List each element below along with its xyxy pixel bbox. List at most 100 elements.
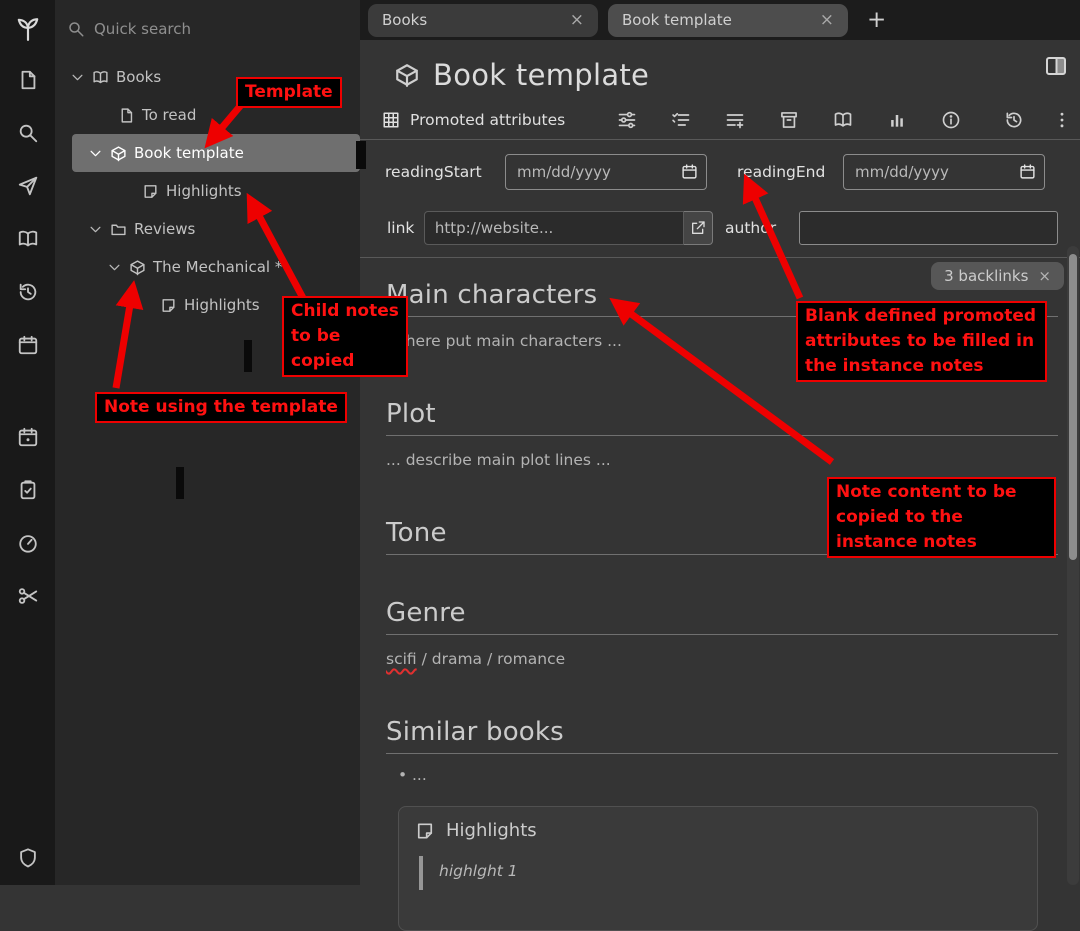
calendar-icon[interactable] — [681, 163, 698, 180]
sprout-logo-icon[interactable] — [15, 16, 41, 42]
tree-item-to-read[interactable]: To read — [55, 96, 360, 134]
archive-icon[interactable] — [779, 110, 799, 130]
grid-icon — [382, 111, 400, 129]
external-link-icon — [690, 220, 706, 236]
section-heading[interactable]: Plot — [386, 399, 1058, 429]
chevron-down-icon[interactable] — [88, 222, 103, 237]
chevron-down-icon[interactable] — [107, 260, 122, 275]
tasks-icon[interactable] — [17, 479, 39, 501]
send-icon[interactable] — [17, 175, 39, 197]
open-link-button[interactable] — [684, 211, 713, 245]
split-pane-icon[interactable] — [1044, 54, 1068, 78]
ribbon-tab-promoted-attributes[interactable]: Promoted attributes — [382, 111, 565, 129]
section-tone: Tone — [386, 518, 1058, 555]
calendar-icon[interactable] — [17, 334, 39, 356]
section-heading[interactable]: Similar books — [386, 717, 1058, 747]
list-check-icon[interactable] — [671, 110, 691, 130]
tree-item-highlights-2[interactable]: Highlights — [55, 286, 360, 324]
note-icon[interactable] — [17, 69, 39, 91]
dashboard-icon[interactable] — [17, 532, 39, 554]
info-icon[interactable] — [941, 110, 961, 130]
tree-item-book-template[interactable]: Book template — [72, 134, 360, 172]
heading-divider — [386, 435, 1058, 436]
shield-icon[interactable] — [17, 847, 39, 869]
package-icon — [110, 145, 127, 162]
ribbon-icons — [617, 110, 1066, 130]
bar-chart-icon[interactable] — [887, 110, 907, 130]
heading-divider — [386, 753, 1058, 754]
heading-divider — [386, 634, 1058, 635]
section-heading[interactable]: Tone — [386, 518, 1058, 548]
calendar-icon[interactable] — [1019, 163, 1036, 180]
child-note-title-row[interactable]: Highlights — [415, 820, 1021, 841]
note-title[interactable]: Book template — [433, 58, 649, 92]
package-icon — [394, 62, 420, 88]
tree-item-label: The Mechanical * — [153, 258, 282, 276]
main-pane: Books × Book template × + Book template … — [360, 0, 1080, 885]
tab-label: Book template — [622, 11, 732, 29]
list-plus-icon[interactable] — [725, 110, 745, 130]
file-icon — [118, 107, 135, 124]
quick-search[interactable] — [55, 0, 360, 58]
note-corner-icon — [142, 183, 159, 200]
book-open-icon[interactable] — [833, 110, 853, 130]
tab-book-template[interactable]: Book template × — [608, 4, 848, 37]
reading-end-input[interactable] — [843, 154, 1045, 190]
tree-item-the-mechanical[interactable]: The Mechanical * — [55, 248, 360, 286]
attr-label-link: link — [387, 219, 424, 237]
quick-search-input[interactable] — [94, 20, 294, 38]
link-input[interactable] — [424, 211, 684, 245]
history-icon[interactable] — [1004, 110, 1024, 130]
section-similar-books: Similar books ... — [386, 717, 1058, 784]
section-genre: Genre scifi / drama / romance — [386, 598, 1058, 670]
kebab-menu-icon[interactable] — [1058, 110, 1066, 130]
reading-start-input[interactable] — [505, 154, 707, 190]
attr-label-reading-end: readingEnd — [737, 163, 843, 181]
promoted-attributes-panel: readingStart readingEnd link author — [360, 140, 1080, 258]
author-input[interactable] — [799, 211, 1058, 245]
tab-bar: Books × Book template × + — [360, 0, 1080, 40]
tree-item-label: Reviews — [134, 220, 195, 238]
calendar-star-icon[interactable] — [17, 426, 39, 448]
section-body[interactable]: scifi / drama / romance — [386, 649, 1058, 670]
tree-item-label: To read — [142, 106, 196, 124]
heading-divider — [386, 554, 1058, 555]
sliders-icon[interactable] — [617, 110, 637, 130]
tree-item-books[interactable]: Books — [55, 58, 360, 96]
chevron-down-icon[interactable] — [88, 146, 103, 161]
search-icon[interactable] — [17, 122, 39, 144]
tree-item-label: Book template — [134, 144, 244, 162]
tab-books[interactable]: Books × — [368, 4, 598, 37]
chevron-down-icon[interactable] — [70, 70, 85, 85]
new-tab-button[interactable]: + — [867, 7, 886, 33]
close-icon[interactable]: × — [570, 12, 584, 29]
tree-item-label: Books — [116, 68, 161, 86]
bullet-item[interactable]: ... — [386, 766, 1058, 784]
note-tree-pane: Books To read Book template Highlights R… — [55, 0, 360, 885]
history-icon[interactable] — [17, 281, 39, 303]
attr-label-reading-start: readingStart — [385, 163, 505, 181]
book-open-icon[interactable] — [17, 228, 39, 250]
ribbon-tab-label: Promoted attributes — [410, 111, 565, 129]
tree-item-label: Highlights — [184, 296, 260, 314]
section-plot: Plot ... describe main plot lines ... — [386, 399, 1058, 471]
heading-divider — [386, 316, 1058, 317]
section-heading[interactable]: Genre — [386, 598, 1058, 628]
scissors-icon[interactable] — [17, 585, 39, 607]
note-corner-icon — [160, 297, 177, 314]
note-editor[interactable]: Main characters ... here put main charac… — [360, 258, 1080, 931]
section-body[interactable]: ... here put main characters ... — [386, 331, 1058, 352]
scrollbar-thumb[interactable] — [1069, 254, 1077, 560]
close-icon[interactable]: × — [1038, 267, 1051, 285]
tree-item-highlights[interactable]: Highlights — [55, 172, 360, 210]
tab-label: Books — [382, 11, 427, 29]
child-note-title: Highlights — [446, 820, 537, 841]
note-title-row: Book template — [360, 40, 1080, 92]
section-body[interactable]: ... describe main plot lines ... — [386, 450, 1058, 471]
section-main-characters: Main characters ... here put main charac… — [386, 280, 1058, 352]
tree-item-reviews[interactable]: Reviews — [55, 210, 360, 248]
close-icon[interactable]: × — [820, 12, 834, 29]
misspelled-word: scifi — [386, 650, 417, 668]
child-note-card: Highlights highlght 1 — [398, 806, 1038, 931]
backlinks-badge[interactable]: 3 backlinks × — [931, 262, 1064, 290]
